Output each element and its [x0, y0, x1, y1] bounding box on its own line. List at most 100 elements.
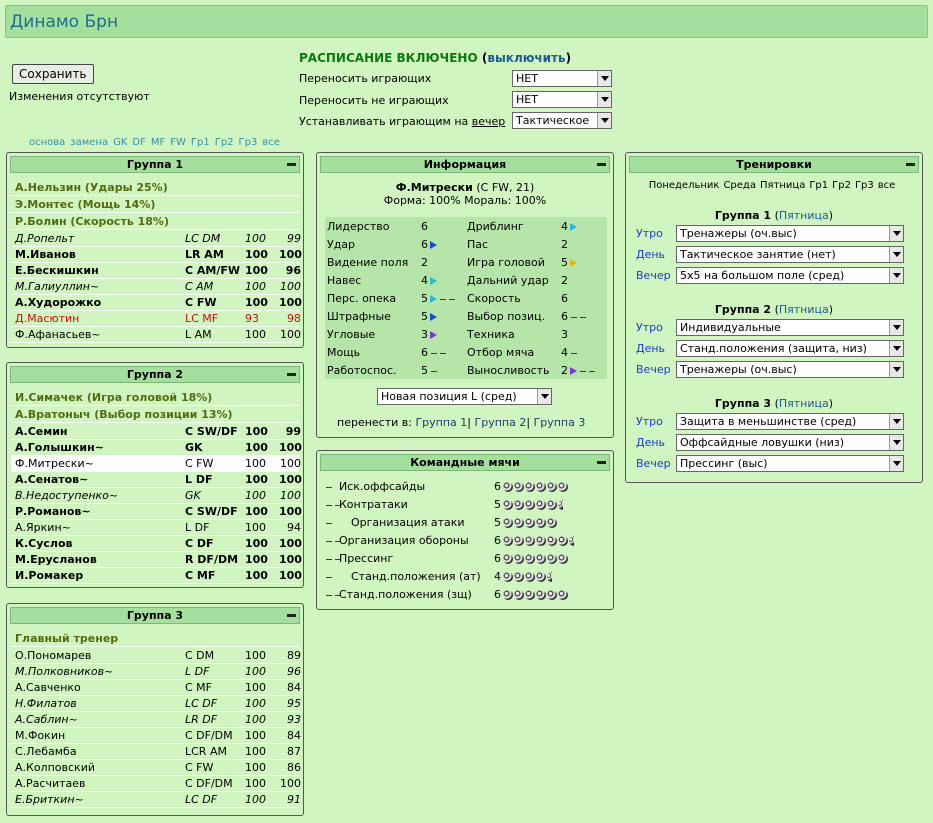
player-row[interactable]: А.Расчитаев C DF/DM 100 100 [11, 776, 301, 792]
captain-line[interactable]: Р.Болин (Скорость 18%) [11, 214, 299, 230]
stat-number: 6 [421, 238, 428, 251]
filter-link-1[interactable]: замена [70, 137, 108, 148]
minimize-icon[interactable] [287, 614, 296, 617]
training-day-link[interactable]: Среда [723, 180, 756, 191]
schedule-label-evening-text: Устанавливать играющим на [299, 115, 472, 128]
player-row[interactable]: А.Семин C SW/DF 100 99 [11, 424, 301, 440]
filter-link-7[interactable]: Гр2 [215, 137, 234, 148]
save-button[interactable]: Сохранить [12, 64, 94, 84]
schedule-select-evening[interactable]: Тактическое [512, 112, 612, 129]
training-slot-label: День [636, 436, 666, 449]
player-row[interactable]: В.Недоступенко~ GK 100 100 [11, 488, 301, 504]
filter-link-0[interactable]: основа [29, 137, 65, 148]
schedule-heading-text: РАСПИСАНИЕ ВКЛЮЧЕНО [299, 51, 478, 65]
player-row[interactable]: О.Пономарев C DM 100 89 [11, 648, 301, 664]
training-day-link[interactable]: Гр3 [855, 180, 874, 191]
training-day-link[interactable]: Гр1 [809, 180, 828, 191]
training-day-link[interactable]: все [878, 180, 896, 191]
player-row[interactable]: Р.Романов~ C SW/DF 100 100 [11, 504, 302, 520]
captain-line[interactable]: Главный тренер [11, 631, 299, 647]
filter-link-9[interactable]: все [262, 137, 280, 148]
filter-link-3[interactable]: DF [132, 137, 145, 148]
training-select[interactable]: 5x5 на большом поле (сред) [676, 267, 904, 284]
training-select[interactable]: Оффсайдные ловушки (низ) [676, 434, 904, 451]
player-row[interactable]: Е.Бескишкин C AM/FW 100 96 [11, 263, 301, 279]
training-day-link[interactable]: Пятница [760, 180, 805, 191]
filter-link-8[interactable]: Гр3 [239, 137, 258, 148]
player-row[interactable]: К.Суслов C DF 100 100 [11, 536, 302, 552]
player-row[interactable]: С.Лебамба LCR AM 100 87 [11, 744, 301, 760]
player-form: 95 [287, 697, 301, 710]
ball-icon [503, 518, 513, 528]
minimize-icon[interactable] [287, 163, 296, 166]
player-row[interactable]: А.Саблин~ LR DF 100 93 [11, 712, 301, 728]
player-row[interactable]: Д.Масютин LC MF 93 98 [11, 311, 301, 327]
training-panel: Тренировки Понедельник Среда Пятница Гр1 Гр2… [625, 152, 923, 483]
player-row[interactable]: А.Савченко C MF 100 84 [11, 680, 301, 696]
player-row[interactable]: М.Полковников~ L DF 100 96 [11, 664, 301, 680]
player-row[interactable]: А.Худорожко C FW 100 100 [11, 295, 302, 311]
minimize-icon[interactable] [597, 163, 606, 166]
ball-icon [514, 590, 524, 600]
schedule-disable-link[interactable]: выключить [487, 51, 565, 65]
schedule-select-nonplaying[interactable]: НЕТ [512, 91, 612, 108]
dash-icon [571, 316, 577, 318]
minimize-icon[interactable] [597, 461, 606, 464]
player-row[interactable]: Е.Бриткин~ LC DF 100 91 [11, 792, 301, 808]
training-select[interactable]: Тренажеры (оч.выс) [676, 225, 904, 242]
training-day-link[interactable]: Пятница [779, 397, 829, 410]
player-row[interactable]: Д.Ропельт LC DM 100 99 [11, 231, 301, 247]
player-row[interactable]: М.Галиуллин~ C AM 100 100 [11, 279, 301, 295]
player-form: 94 [287, 521, 301, 534]
filter-link-5[interactable]: FW [170, 137, 186, 148]
move-target-link[interactable]: Группа 1 [415, 416, 467, 429]
training-select[interactable]: Индивидуальные [676, 319, 904, 336]
player-row[interactable]: Ф.Афанасьев~ L AM 100 100 [11, 327, 301, 343]
player-row[interactable]: И.Ромакер C MF 100 100 [11, 568, 302, 584]
player-row[interactable]: А.Колповский C FW 100 86 [11, 760, 301, 776]
chevron-down-icon [889, 362, 903, 377]
position-select[interactable]: Новая позиция L (сред) [377, 388, 552, 405]
minimize-icon[interactable] [287, 373, 296, 376]
training-select-value: Индивидуальные [680, 321, 781, 334]
move-target-link[interactable]: Группа 3 [534, 416, 586, 429]
player-row[interactable]: Ф.Митрески~ C FW 100 100 [11, 456, 301, 472]
player-row[interactable]: А.Яркин~ L DF 100 94 [11, 520, 301, 536]
player-row[interactable]: М.Фокин C DF/DM 100 84 [11, 728, 301, 744]
filter-link-2[interactable]: GK [113, 137, 127, 148]
player-row[interactable]: М.Иванов LR AM 100 100 [11, 247, 302, 263]
training-day-link[interactable]: Пятница [779, 209, 829, 222]
training-days: Понедельник Среда Пятница Гр1 Гр2 Гр3 все [626, 180, 922, 191]
player-row[interactable]: А.Голышкин~ GK 100 100 [11, 440, 302, 456]
stat-value: 5 [421, 308, 437, 326]
ball-icon [503, 554, 513, 564]
captain-line[interactable]: А.Вратоныч (Выбор позиции 13%) [11, 407, 299, 423]
chevron-down-icon [889, 414, 903, 429]
schedule-evening-link[interactable]: вечер [472, 115, 506, 128]
training-select[interactable]: Прессинг (выс) [676, 455, 904, 472]
stat-value: 5 [421, 290, 455, 308]
player-form: 100 [280, 457, 301, 470]
captain-line[interactable]: И.Симачек (Игра головой 18%) [11, 390, 299, 406]
training-day-link[interactable]: Пятница [779, 303, 829, 316]
training-select[interactable]: Станд.положения (защита, низ) [676, 340, 904, 357]
player-position: C SW/DF [185, 425, 238, 438]
filter-link-6[interactable]: Гр1 [191, 137, 210, 148]
player-position: L DF [185, 665, 210, 678]
schedule-select-playing[interactable]: НЕТ [512, 70, 612, 87]
player-position: C DF/DM [185, 777, 233, 790]
captain-line[interactable]: Э.Монтес (Мощь 14%) [11, 197, 299, 213]
captain-line[interactable]: А.Нельзин (Удары 25%) [11, 180, 299, 196]
filter-link-4[interactable]: MF [151, 137, 165, 148]
training-day-link[interactable]: Понедельник [649, 180, 720, 191]
training-select[interactable]: Тренажеры (оч.выс) [676, 361, 904, 378]
player-row[interactable]: А.Сенатов~ L DF 100 100 [11, 472, 302, 488]
player-row[interactable]: М.Ерусланов R DF/DM 100 100 [11, 552, 302, 568]
training-select[interactable]: Тактическое занятие (нет) [676, 246, 904, 263]
move-target-link[interactable]: Группа 2 [475, 416, 527, 429]
training-day-link[interactable]: Гр2 [832, 180, 851, 191]
minimize-icon[interactable] [906, 163, 915, 166]
player-row[interactable]: Н.Филатов LC DF 100 95 [11, 696, 301, 712]
training-select[interactable]: Защита в меньшинстве (сред) [676, 413, 904, 430]
player-name: А.Колповский [15, 761, 95, 774]
